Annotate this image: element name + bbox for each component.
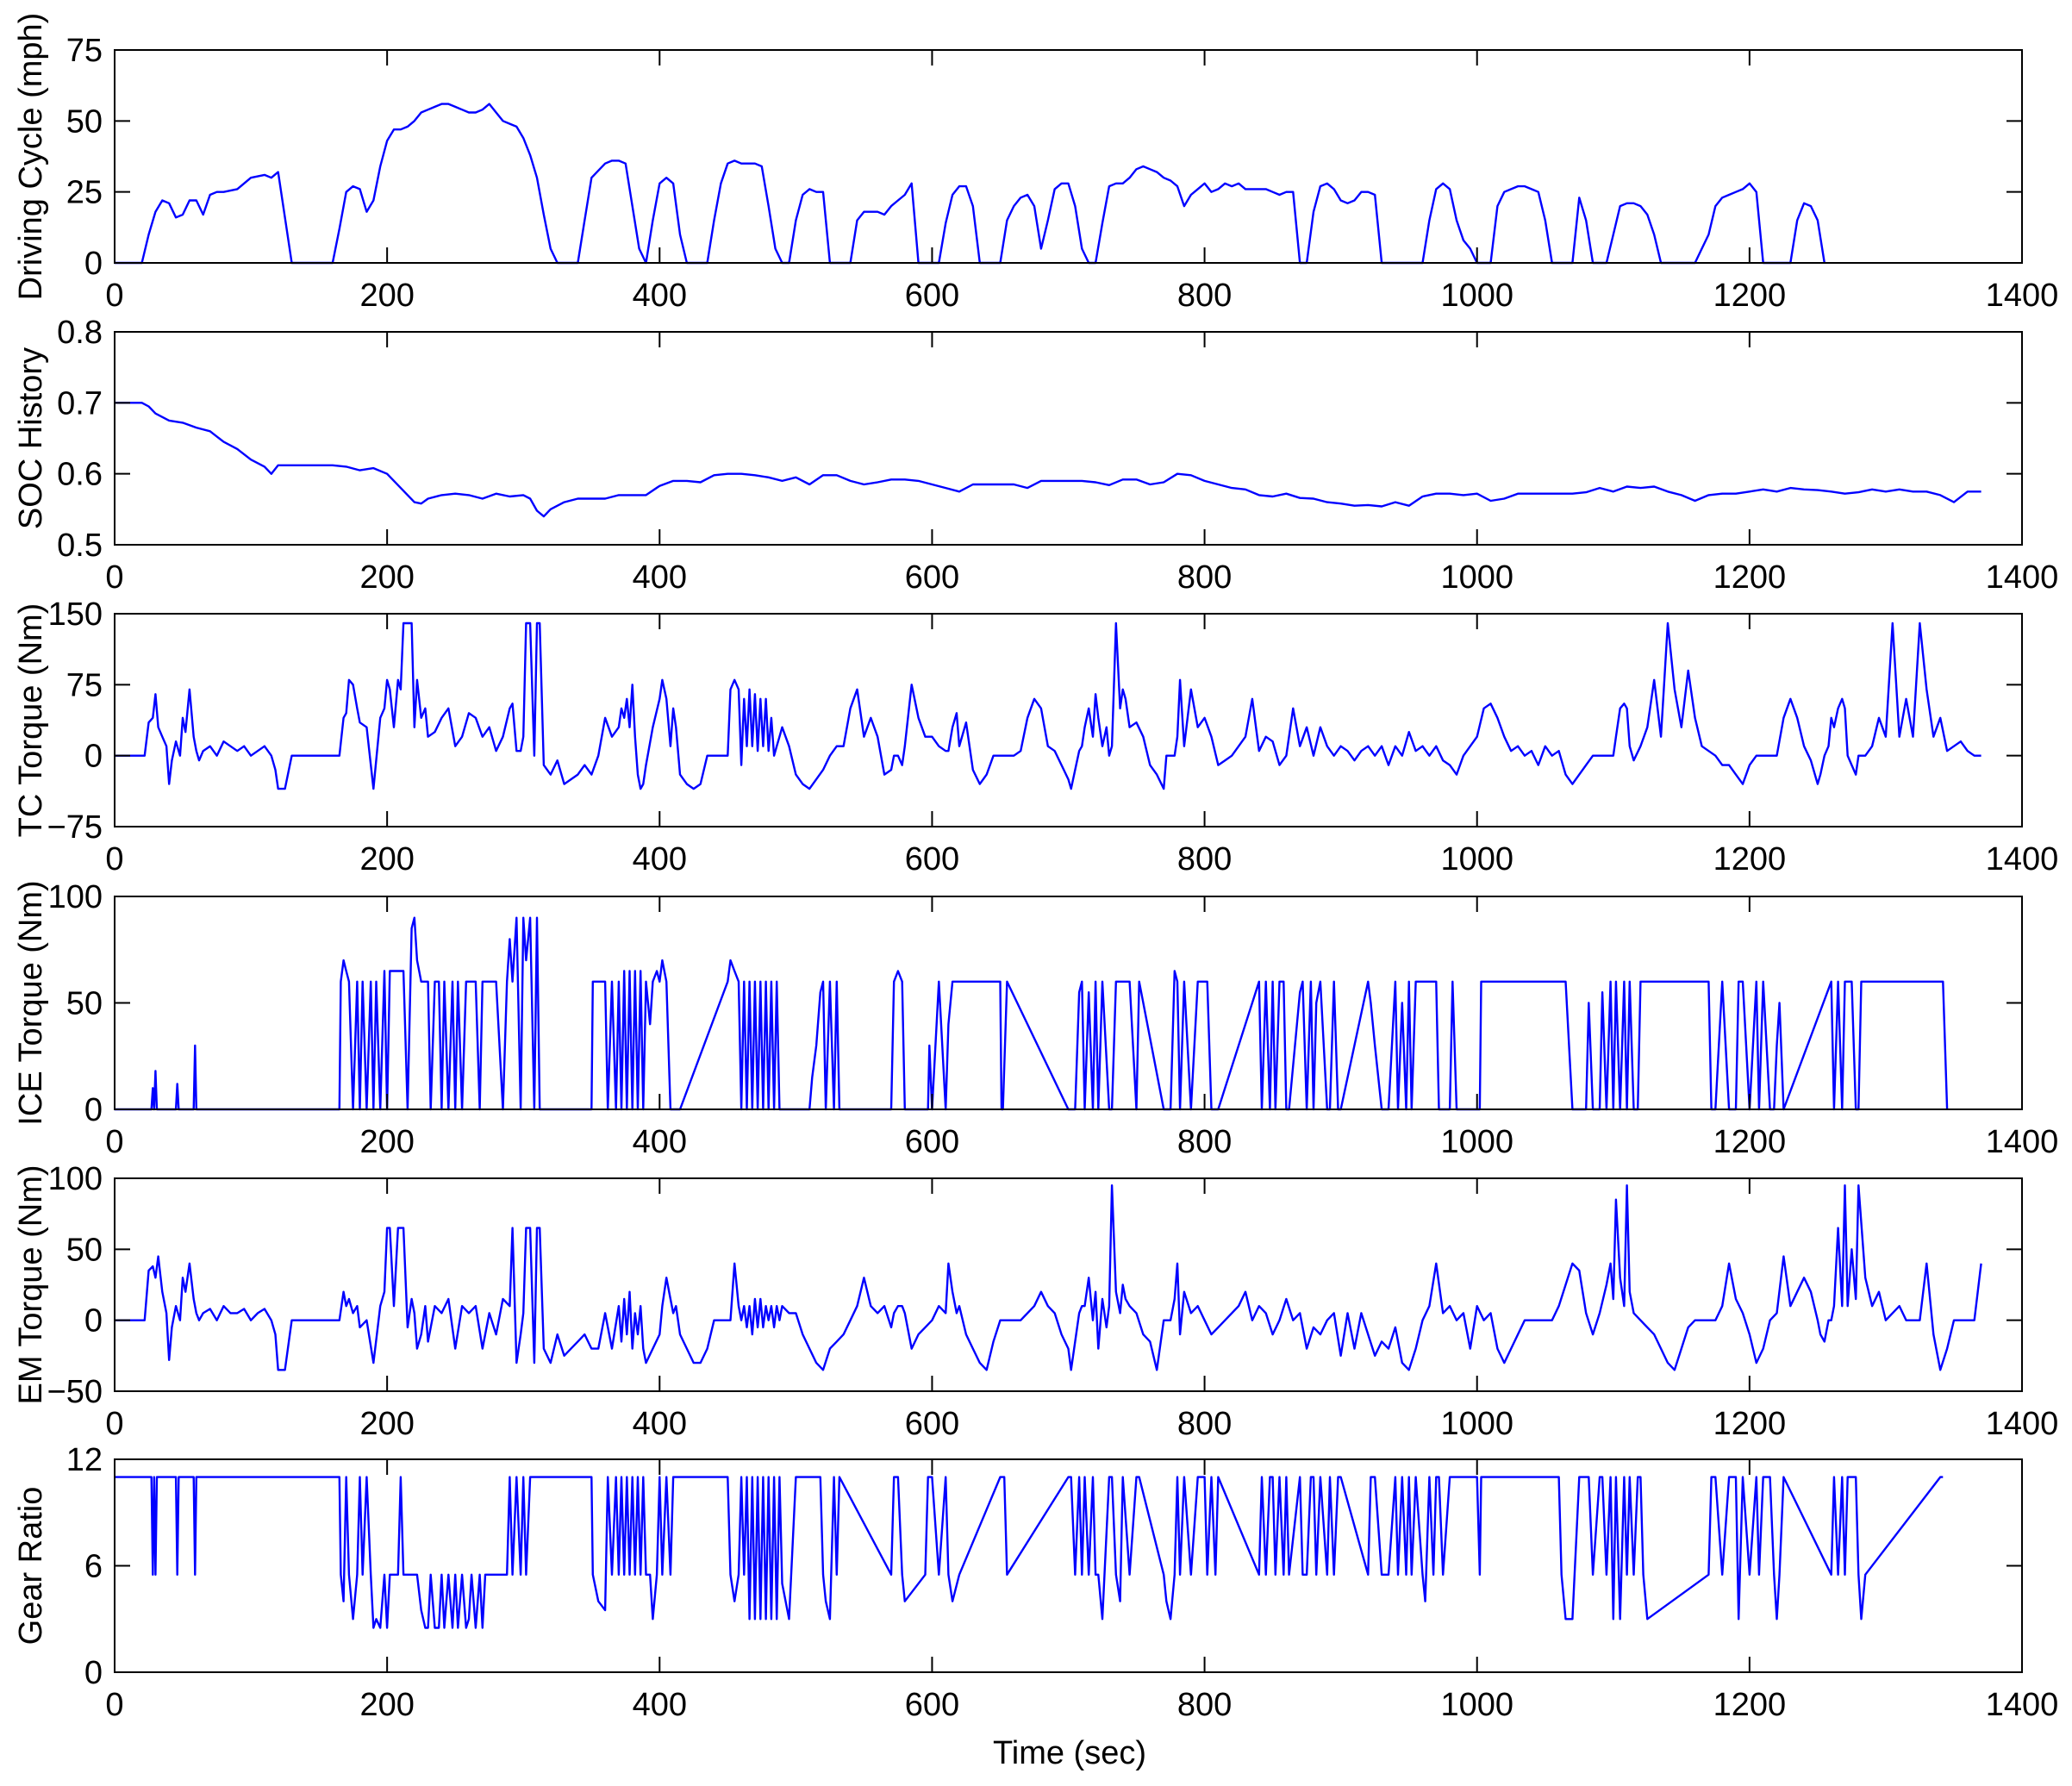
x-tick-label: 0: [105, 559, 123, 596]
x-tick-label: 1200: [1713, 841, 1787, 877]
y-tick-label: 0.5: [57, 528, 103, 564]
x-tick-label: 1400: [1986, 559, 2059, 596]
x-tick-label: 800: [1177, 841, 1232, 877]
x-tick-label: 200: [359, 841, 414, 877]
x-tick-label: 800: [1177, 1687, 1232, 1723]
x-tick-label: 400: [633, 1124, 687, 1160]
x-tick-label: 400: [633, 841, 687, 877]
y-tick-label: 50: [66, 103, 103, 140]
y-tick-label: 0: [84, 1092, 103, 1128]
x-tick-label: 0: [105, 1687, 123, 1723]
y-tick-label: 50: [66, 986, 103, 1022]
x-tick-label: 1400: [1986, 278, 2059, 314]
y-tick-label: 75: [66, 33, 103, 69]
x-tick-label: 800: [1177, 278, 1232, 314]
y-tick-label: 75: [66, 667, 103, 703]
y-tick-label: 0.7: [57, 385, 103, 422]
x-tick-label: 1000: [1440, 1406, 1513, 1442]
x-tick-label: 1000: [1440, 278, 1513, 314]
x-tick-label: 800: [1177, 1124, 1232, 1160]
x-tick-label: 800: [1177, 559, 1232, 596]
x-tick-label: 600: [905, 559, 959, 596]
x-tick-label: 0: [105, 841, 123, 877]
x-tick-label: 600: [905, 1124, 959, 1160]
x-tick-label: 1200: [1713, 1406, 1787, 1442]
x-tick-label: 0: [105, 278, 123, 314]
y-tick-label: 0.8: [57, 315, 103, 351]
x-tick-label: 0: [105, 1406, 123, 1442]
x-tick-label: 400: [633, 278, 687, 314]
x-tick-label: 200: [359, 1687, 414, 1723]
y-axis-title: TC Torque (Nm): [13, 603, 49, 838]
y-axis-title: EM Torque (Nm): [13, 1165, 49, 1404]
y-tick-label: 25: [66, 175, 103, 211]
x-tick-label: 1200: [1713, 1687, 1787, 1723]
y-tick-label: 0.6: [57, 457, 103, 493]
y-tick-label: −75: [47, 809, 103, 846]
y-tick-label: −50: [47, 1374, 103, 1410]
y-axis-title: ICE Torque (Nm): [13, 880, 49, 1125]
y-tick-label: 0: [84, 1655, 103, 1691]
x-axis-title: Time (sec): [993, 1735, 1146, 1771]
y-tick-label: 100: [48, 879, 103, 915]
x-tick-label: 200: [359, 278, 414, 314]
x-tick-label: 1400: [1986, 1124, 2059, 1160]
x-tick-label: 600: [905, 278, 959, 314]
x-tick-label: 400: [633, 1687, 687, 1723]
y-axis-title: Driving Cycle (mph): [13, 13, 49, 301]
figure: 0 200 400 600 800 1000 1200 14000255075Driving …: [0, 0, 2072, 1786]
x-tick-label: 1000: [1440, 559, 1513, 596]
y-tick-label: 100: [48, 1161, 103, 1197]
x-tick-label: 600: [905, 841, 959, 877]
y-tick-label: 150: [48, 596, 103, 633]
x-tick-label: 1200: [1713, 559, 1787, 596]
x-tick-label: 0: [105, 1124, 123, 1160]
x-tick-label: 1000: [1440, 841, 1513, 877]
x-tick-label: 200: [359, 1406, 414, 1442]
x-tick-label: 400: [633, 559, 687, 596]
y-axis-title: SOC History: [13, 347, 49, 529]
y-axis-title: Gear Ratio: [13, 1487, 49, 1645]
x-tick-label: 800: [1177, 1406, 1232, 1442]
x-tick-label: 1400: [1986, 1406, 2059, 1442]
y-tick-label: 0: [84, 739, 103, 775]
y-tick-label: 6: [84, 1549, 103, 1585]
x-tick-label: 1400: [1986, 1687, 2059, 1723]
x-tick-label: 200: [359, 559, 414, 596]
y-tick-label: 12: [66, 1442, 103, 1478]
x-tick-label: 600: [905, 1687, 959, 1723]
x-tick-label: 600: [905, 1406, 959, 1442]
x-tick-label: 1000: [1440, 1124, 1513, 1160]
x-tick-label: 1000: [1440, 1687, 1513, 1723]
x-tick-label: 200: [359, 1124, 414, 1160]
x-tick-label: 400: [633, 1406, 687, 1442]
x-tick-label: 1400: [1986, 841, 2059, 877]
x-tick-label: 1200: [1713, 1124, 1787, 1160]
y-tick-label: 50: [66, 1232, 103, 1268]
y-tick-label: 0: [84, 246, 103, 282]
y-tick-label: 0: [84, 1303, 103, 1340]
x-tick-label: 1200: [1713, 278, 1787, 314]
